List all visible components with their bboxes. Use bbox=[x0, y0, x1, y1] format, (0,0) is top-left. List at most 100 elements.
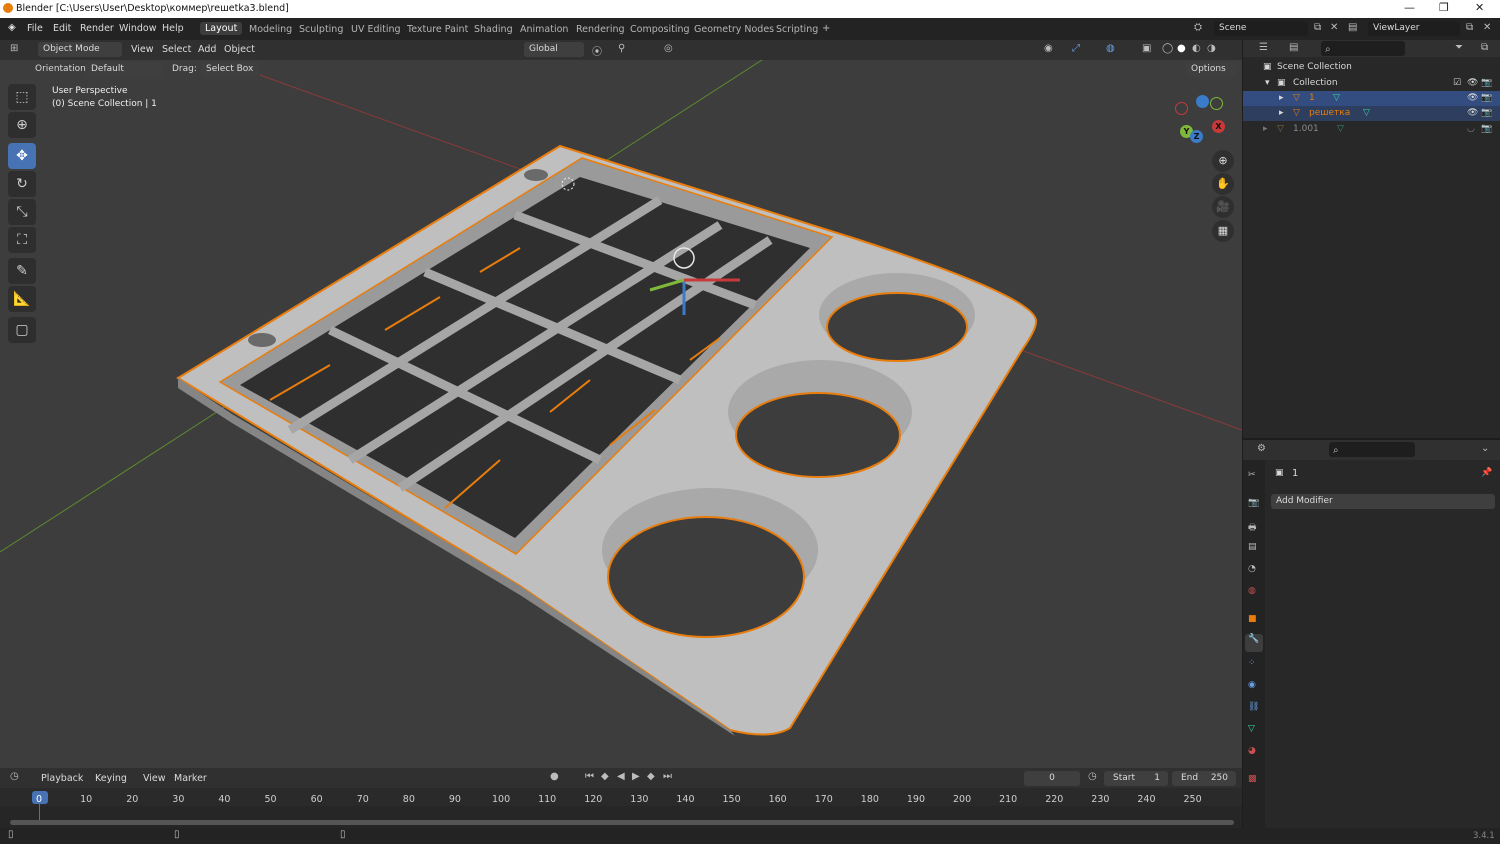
viewport-menu-select[interactable]: Select bbox=[162, 44, 191, 55]
outliner-row-collection[interactable]: ▾ ▣ Collection ☑ 👁 📷 bbox=[1243, 76, 1500, 91]
gizmo-toggle-icon[interactable]: ⤢ bbox=[1072, 43, 1080, 54]
menu-edit[interactable]: Edit bbox=[53, 23, 71, 34]
close-icon[interactable]: ✕ bbox=[1475, 1, 1484, 14]
eye-hidden-icon[interactable]: ◡ bbox=[1467, 124, 1475, 134]
scene-selector[interactable]: Scene bbox=[1214, 21, 1308, 36]
outliner-row-object-1[interactable]: ▸ ▽ 1 ▽ 👁 📷 bbox=[1243, 91, 1500, 106]
physics-tab-icon[interactable]: ◉ bbox=[1248, 680, 1256, 690]
gizmo-neg-z[interactable] bbox=[1196, 95, 1209, 108]
timeline-menu-keying[interactable]: Keying bbox=[95, 773, 127, 784]
options-button[interactable]: Options bbox=[1186, 62, 1236, 77]
record-icon[interactable]: ● bbox=[550, 771, 559, 782]
delete-view-layer-icon[interactable]: ✕ bbox=[1483, 22, 1491, 33]
blender-menu-icon[interactable]: ◈ bbox=[8, 22, 16, 33]
start-frame-field[interactable]: Start 1 bbox=[1104, 771, 1168, 786]
outliner-search-input[interactable]: ⌕ bbox=[1321, 41, 1405, 56]
scale-tool[interactable]: ⤡ bbox=[8, 199, 36, 225]
eye-icon[interactable]: 👁 bbox=[1467, 108, 1478, 118]
overlay-icon[interactable]: ◍ bbox=[1106, 43, 1115, 54]
particles-tab-icon[interactable]: ⁘ bbox=[1248, 658, 1256, 668]
tab-modeling[interactable]: Modeling bbox=[249, 24, 292, 35]
menu-render[interactable]: Render bbox=[80, 23, 114, 34]
timeline-scrollbar[interactable] bbox=[10, 820, 1234, 825]
chevron-down-icon[interactable]: ⌄ bbox=[1481, 443, 1489, 454]
new-collection-icon[interactable]: ⧉ bbox=[1481, 42, 1488, 53]
cursor-tool[interactable]: ⊕ bbox=[8, 112, 36, 138]
rendered-shading-icon[interactable]: ◑ bbox=[1207, 43, 1216, 54]
play-reverse-icon[interactable]: ◀ bbox=[617, 771, 625, 782]
viewport-menu-add[interactable]: Add bbox=[198, 44, 216, 55]
camera-render-icon[interactable]: 📷 bbox=[1481, 124, 1492, 134]
tab-uv-editing[interactable]: UV Editing bbox=[351, 24, 401, 35]
add-cube-tool[interactable]: ▢ bbox=[8, 317, 36, 343]
checkbox-icon[interactable]: ☑ bbox=[1453, 78, 1461, 88]
new-scene-icon[interactable]: ⧉ bbox=[1314, 22, 1321, 33]
render-tab-icon[interactable]: 📷 bbox=[1248, 498, 1259, 508]
tab-layout[interactable]: Layout bbox=[200, 22, 243, 35]
menu-window[interactable]: Window bbox=[119, 23, 156, 34]
texture-tab-icon[interactable]: ▩ bbox=[1248, 774, 1257, 784]
maximize-icon[interactable]: ❐ bbox=[1439, 1, 1449, 14]
tab-texture-paint[interactable]: Texture Paint bbox=[407, 24, 468, 35]
editor-type-icon[interactable]: ⊞ bbox=[10, 43, 18, 54]
material-shading-icon[interactable]: ◐ bbox=[1192, 43, 1201, 54]
end-frame-field[interactable]: End 250 bbox=[1172, 771, 1236, 786]
gizmo-neg-y[interactable] bbox=[1210, 97, 1223, 110]
transform-tool[interactable]: ⛶ bbox=[8, 227, 36, 253]
snap-icon[interactable]: ⚲ bbox=[618, 43, 625, 54]
world-tab-icon[interactable]: ◍ bbox=[1248, 586, 1256, 596]
delete-scene-icon[interactable]: ✕ bbox=[1330, 22, 1338, 33]
camera-icon[interactable]: 🎥 bbox=[1212, 196, 1234, 218]
timeline-menu-view[interactable]: View bbox=[143, 773, 166, 784]
orientation-dropdown[interactable]: Default bbox=[86, 62, 162, 77]
pivot-icon[interactable]: ⦿ bbox=[592, 43, 602, 58]
gizmo-neg-x[interactable] bbox=[1175, 102, 1188, 115]
xray-icon[interactable]: ▣ bbox=[1142, 43, 1151, 54]
measure-tool[interactable]: 📐 bbox=[8, 286, 36, 312]
viewport-menu-object[interactable]: Object bbox=[224, 44, 255, 55]
display-mode-icon[interactable]: ▤ bbox=[1289, 42, 1298, 53]
select-box-tool[interactable]: ⬚ bbox=[8, 84, 36, 110]
viewport-menu-view[interactable]: View bbox=[131, 44, 154, 55]
solid-shading-icon[interactable]: ● bbox=[1177, 43, 1186, 54]
output-tab-icon[interactable]: 🖶 bbox=[1248, 520, 1257, 536]
perspective-grid-icon[interactable]: ▦ bbox=[1212, 220, 1234, 242]
minimize-icon[interactable]: — bbox=[1404, 1, 1415, 14]
tab-shading[interactable]: Shading bbox=[474, 24, 513, 35]
play-icon[interactable]: ▶ bbox=[632, 771, 640, 782]
scene-tab-icon[interactable]: ◔ bbox=[1248, 564, 1256, 574]
filter-icon[interactable]: ⏷ bbox=[1455, 42, 1463, 53]
navigation-gizmo[interactable]: Y Z X bbox=[1172, 92, 1232, 152]
rotate-tool[interactable]: ↻ bbox=[8, 171, 36, 197]
current-frame-field[interactable]: 0 bbox=[1024, 771, 1080, 786]
eye-icon[interactable]: 👁 bbox=[1467, 78, 1478, 88]
chevron-right-icon[interactable]: ▸ bbox=[1279, 108, 1284, 118]
properties-search-input[interactable]: ⌕ bbox=[1329, 442, 1415, 457]
prev-keyframe-icon[interactable]: ◆ bbox=[601, 771, 609, 782]
chevron-right-icon[interactable]: ▸ bbox=[1279, 93, 1284, 103]
proportional-edit-icon[interactable]: ◎ bbox=[664, 43, 673, 54]
timeline-menu-marker[interactable]: Marker bbox=[174, 773, 207, 784]
outliner-editor-icon[interactable]: ☰ bbox=[1259, 42, 1268, 53]
outliner-row-scene-collection[interactable]: ▣ Scene Collection bbox=[1243, 60, 1500, 75]
tool-tab-icon[interactable]: ✂ bbox=[1248, 470, 1256, 480]
view-layer-icon[interactable]: ▤ bbox=[1348, 22, 1357, 33]
pin-icon[interactable]: 📌 bbox=[1481, 468, 1492, 478]
timeline-menu-playback[interactable]: Playback bbox=[41, 773, 83, 784]
clock-icon[interactable]: ◷ bbox=[1088, 771, 1097, 782]
constraints-tab-icon[interactable]: ⛓ bbox=[1248, 702, 1259, 712]
menu-help[interactable]: Help bbox=[162, 23, 184, 34]
eye-icon[interactable]: 👁 bbox=[1467, 93, 1478, 103]
mode-selector[interactable]: Object Mode bbox=[38, 42, 122, 57]
view-layer-selector[interactable]: ViewLayer bbox=[1368, 21, 1460, 36]
menu-file[interactable]: File bbox=[27, 23, 43, 34]
camera-render-icon[interactable]: 📷 bbox=[1481, 93, 1492, 103]
chevron-down-icon[interactable]: ▾ bbox=[1265, 78, 1270, 88]
transform-orientation[interactable]: Global bbox=[524, 42, 584, 57]
drag-dropdown[interactable]: Select Box bbox=[201, 62, 259, 77]
outliner-row-object-1001[interactable]: ▸ ▽ 1.001 ▽ ◡ 📷 bbox=[1243, 122, 1500, 137]
timeline-editor-icon[interactable]: ◷ bbox=[10, 771, 19, 782]
object-tab-icon[interactable]: ■ bbox=[1248, 614, 1257, 624]
jump-end-icon[interactable]: ⏭ bbox=[663, 771, 672, 782]
tab-compositing[interactable]: Compositing bbox=[630, 24, 690, 35]
